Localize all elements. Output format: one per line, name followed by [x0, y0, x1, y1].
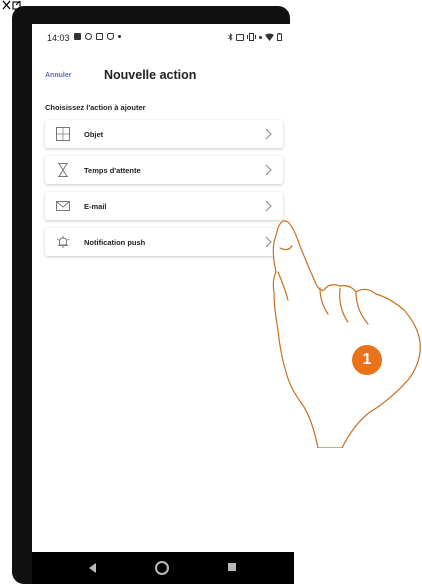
- action-label: Temps d'attente: [84, 165, 141, 175]
- bluetooth-icon: [228, 33, 233, 41]
- circle-notification-icon: [85, 33, 92, 40]
- action-label: E-mail: [84, 201, 107, 211]
- nfc-icon: [236, 33, 244, 41]
- status-time: 14:03: [47, 33, 70, 43]
- action-item-temps-d-attente[interactable]: Temps d'attente: [45, 156, 283, 184]
- data-icon: [259, 35, 262, 39]
- action-item-notification-push[interactable]: Notification push: [45, 228, 283, 256]
- android-nav-bar: [32, 552, 294, 584]
- phone-frame: 14:03 Annuler Nouvelle action Choisissez: [12, 6, 294, 584]
- bell-icon: [56, 235, 70, 249]
- tapping-hand-illustration: [272, 220, 421, 448]
- more-notifications-icon: [118, 35, 121, 38]
- grid-icon: [56, 127, 70, 141]
- vibrate-icon: [247, 33, 256, 41]
- recent-apps-icon[interactable]: [228, 563, 236, 571]
- action-item-e-mail[interactable]: E-mail: [45, 192, 283, 220]
- square-notification-icon: [96, 33, 103, 40]
- action-item-objet[interactable]: Objet: [45, 120, 283, 148]
- battery-icon: [277, 33, 282, 41]
- page-title: Nouvelle action: [104, 68, 197, 82]
- app-header: Annuler Nouvelle action: [32, 64, 294, 90]
- section-subtitle: Choisissez l'action à ajouter: [45, 103, 146, 112]
- app-screen: 14:03 Annuler Nouvelle action Choisissez: [32, 24, 294, 584]
- shield-notification-icon: [107, 33, 114, 40]
- step-number-badge: 1: [352, 345, 382, 375]
- chevron-right-icon: [265, 128, 272, 140]
- chevron-right-icon: [265, 200, 272, 212]
- image-notification-icon: [74, 33, 81, 40]
- chevron-right-icon: [265, 164, 272, 176]
- notification-icons: [74, 33, 121, 40]
- cancel-button[interactable]: Annuler: [45, 72, 71, 79]
- envelope-icon: [56, 199, 70, 213]
- action-label: Notification push: [84, 237, 146, 247]
- hourglass-icon: [56, 163, 70, 177]
- wifi-icon: [265, 33, 274, 41]
- action-label: Objet: [84, 129, 104, 139]
- back-icon[interactable]: [89, 563, 96, 573]
- home-icon[interactable]: [155, 561, 169, 575]
- status-bar: 14:03: [32, 24, 294, 46]
- action-list: Objet Temps d'attente E-mail Notificatio…: [45, 120, 283, 264]
- system-icons: [228, 33, 282, 41]
